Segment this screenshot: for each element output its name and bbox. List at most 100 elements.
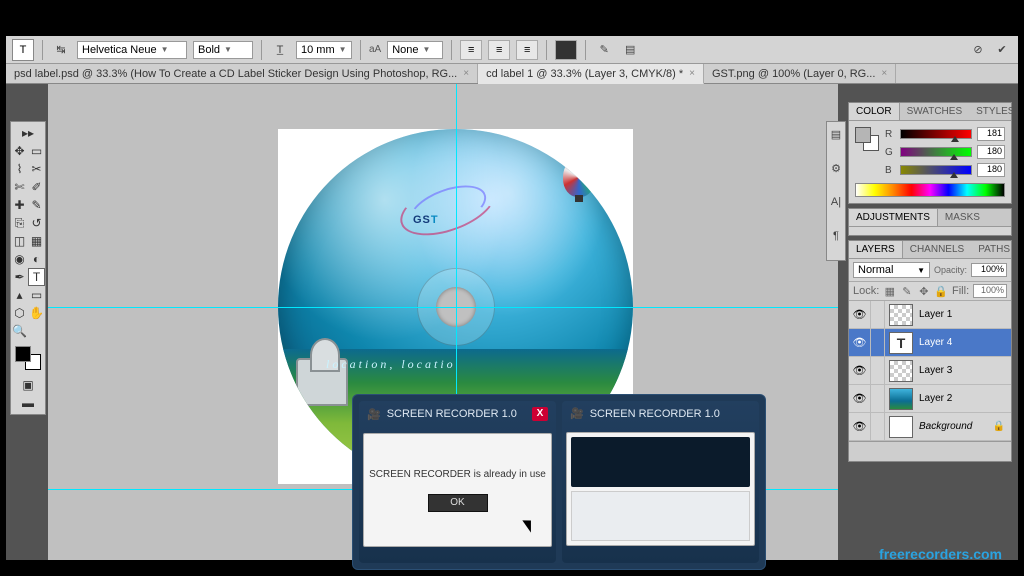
pen-tool[interactable]: ✒ [11, 268, 28, 286]
opacity-value[interactable]: 100% [971, 263, 1007, 277]
visibility-toggle[interactable]: 👁 [849, 385, 871, 412]
eyedropper-tool[interactable]: ✐ [28, 178, 45, 196]
eraser-tool[interactable]: ◫ [11, 232, 28, 250]
visibility-toggle[interactable]: 👁 [849, 329, 871, 356]
character-panel-toggle[interactable]: ▤ [620, 40, 640, 60]
lock-transparent-icon[interactable]: ▦ [883, 285, 896, 298]
layer-thumbnail[interactable] [889, 388, 913, 410]
panel-tab-styles[interactable]: STYLES [969, 103, 1021, 120]
screenmode-toggle[interactable]: ▬ [11, 394, 45, 412]
layer-name[interactable]: Layer 1 [917, 309, 952, 320]
layer-name[interactable]: Background [917, 421, 972, 432]
layer-thumbnail[interactable] [889, 360, 913, 382]
slider-g[interactable] [900, 147, 972, 157]
layer-thumbnail[interactable] [889, 304, 913, 326]
layer-item[interactable]: 👁 Layer 2 [849, 385, 1011, 413]
healing-brush-tool[interactable]: ✚ [11, 196, 28, 214]
panel-tab-channels[interactable]: CHANNELS [903, 241, 971, 258]
fill-value[interactable]: 100% [973, 284, 1007, 298]
font-size-combo[interactable]: 10 mm▼ [296, 41, 352, 59]
commit-edits-button[interactable]: ✔ [992, 40, 1012, 60]
value-b[interactable]: 180 [977, 163, 1005, 177]
slider-b[interactable] [900, 165, 972, 175]
panel-tab-masks[interactable]: MASKS [938, 209, 987, 226]
history-panel-icon[interactable]: ▤ [828, 128, 844, 144]
actions-panel-icon[interactable]: ⚙ [828, 162, 844, 178]
brush-tool[interactable]: ✎ [28, 196, 45, 214]
panel-tab-paths[interactable]: PATHS [971, 241, 1017, 258]
close-icon[interactable]: × [689, 68, 695, 79]
layer-name[interactable]: Layer 4 [917, 337, 952, 348]
panel-tab-color[interactable]: COLOR [849, 103, 900, 120]
dodge-tool[interactable]: ◐ [28, 250, 45, 268]
path-select-tool[interactable]: ▴ [11, 286, 28, 304]
text-orientation-toggle[interactable]: ↹ [51, 40, 71, 60]
3d-tool[interactable]: ⬡ [11, 304, 28, 322]
layer-name[interactable]: Layer 2 [917, 393, 952, 404]
panel-tab-swatches[interactable]: SWATCHES [900, 103, 970, 120]
quick-select-tool[interactable]: ✂ [28, 160, 45, 178]
layer-item[interactable]: 👁 T Layer 4 [849, 329, 1011, 357]
layer-thumbnail[interactable]: T [889, 332, 913, 354]
close-button[interactable]: X [532, 407, 548, 421]
panel-tab-layers[interactable]: LAYERS [849, 241, 903, 258]
clone-stamp-tool[interactable]: ⎘ [11, 214, 28, 232]
doc-tab-0[interactable]: psd label.psd @ 33.3% (How To Create a C… [6, 64, 478, 83]
gradient-tool[interactable]: ▦ [28, 232, 45, 250]
antialias-label: aA [369, 44, 381, 55]
ps-logo-icon: ▸▸ [11, 124, 45, 142]
ok-button[interactable]: OK [428, 494, 488, 512]
font-style-combo[interactable]: Bold▼ [193, 41, 253, 59]
doc-tab-1[interactable]: cd label 1 @ 33.3% (Layer 3, CMYK/8) *× [478, 64, 704, 84]
align-right-button[interactable]: ≡ [516, 40, 538, 60]
color-swatch-pair[interactable] [855, 127, 879, 151]
hand-tool[interactable]: ✋ [28, 304, 45, 322]
layer-item-background[interactable]: 👁 Background 🔒 [849, 413, 1011, 441]
close-icon[interactable]: × [881, 68, 887, 79]
lasso-tool[interactable]: ⌇ [11, 160, 28, 178]
lock-pixels-icon[interactable]: ✎ [900, 285, 913, 298]
paragraph-panel-icon[interactable]: ¶ [828, 230, 844, 246]
layer-item[interactable]: 👁 Layer 3 [849, 357, 1011, 385]
panel-tab-adjustments[interactable]: ADJUSTMENTS [849, 209, 938, 226]
value-g[interactable]: 180 [977, 145, 1005, 159]
character-panel-icon[interactable]: A| [828, 196, 844, 212]
doc-tab-2[interactable]: GST.png @ 100% (Layer 0, RG... × [704, 64, 896, 83]
warp-text-button[interactable]: ✎ [594, 40, 614, 60]
slider-r[interactable] [900, 129, 972, 139]
blur-tool[interactable]: ◉ [11, 250, 28, 268]
watermark-text: freerecorders.com [879, 546, 1002, 562]
align-left-button[interactable]: ≡ [460, 40, 482, 60]
blend-mode-combo[interactable]: Normal▼ [853, 262, 930, 278]
lock-position-icon[interactable]: ✥ [917, 285, 930, 298]
guide-horizontal[interactable] [48, 307, 838, 308]
visibility-toggle[interactable]: 👁 [849, 357, 871, 384]
visibility-toggle[interactable]: 👁 [849, 301, 871, 328]
foreground-background-swatch[interactable] [13, 344, 43, 372]
antialias-combo[interactable]: None▼ [387, 41, 443, 59]
layer-item[interactable]: 👁 Layer 1 [849, 301, 1011, 329]
layer-name[interactable]: Layer 3 [917, 365, 952, 376]
color-ramp[interactable] [855, 183, 1005, 197]
toolbox: ▸▸ ✥▭ ⌇✂ ✄✐ ✚✎ ⎘↺ ◫▦ ◉◐ ✒T ▴▭ ⬡✋ 🔍 ▣ ▬ [10, 121, 46, 415]
history-brush-tool[interactable]: ↺ [28, 214, 45, 232]
zoom-tool[interactable]: 🔍 [11, 322, 28, 340]
close-icon[interactable]: × [463, 68, 469, 79]
text-color-swatch[interactable] [555, 40, 577, 60]
marquee-tool[interactable]: ▭ [28, 142, 45, 160]
crop-tool[interactable]: ✄ [11, 178, 28, 196]
lock-all-icon[interactable]: 🔒 [934, 285, 948, 298]
shape-tool[interactable]: ▭ [28, 286, 45, 304]
layer-thumbnail[interactable] [889, 416, 913, 438]
color-panel: COLOR SWATCHES STYLES R 181 G 180 [848, 102, 1012, 204]
cancel-edits-button[interactable]: ⊘ [968, 40, 988, 60]
doc-tab-label: GST.png @ 100% (Layer 0, RG... [712, 68, 875, 80]
value-r[interactable]: 181 [977, 127, 1005, 141]
visibility-toggle[interactable]: 👁 [849, 413, 871, 440]
tool-preset-picker[interactable]: T [12, 39, 34, 61]
move-tool[interactable]: ✥ [11, 142, 28, 160]
align-center-button[interactable]: ≡ [488, 40, 510, 60]
type-tool[interactable]: T [28, 268, 45, 286]
font-family-combo[interactable]: Helvetica Neue▼ [77, 41, 187, 59]
quickmask-toggle[interactable]: ▣ [11, 376, 45, 394]
